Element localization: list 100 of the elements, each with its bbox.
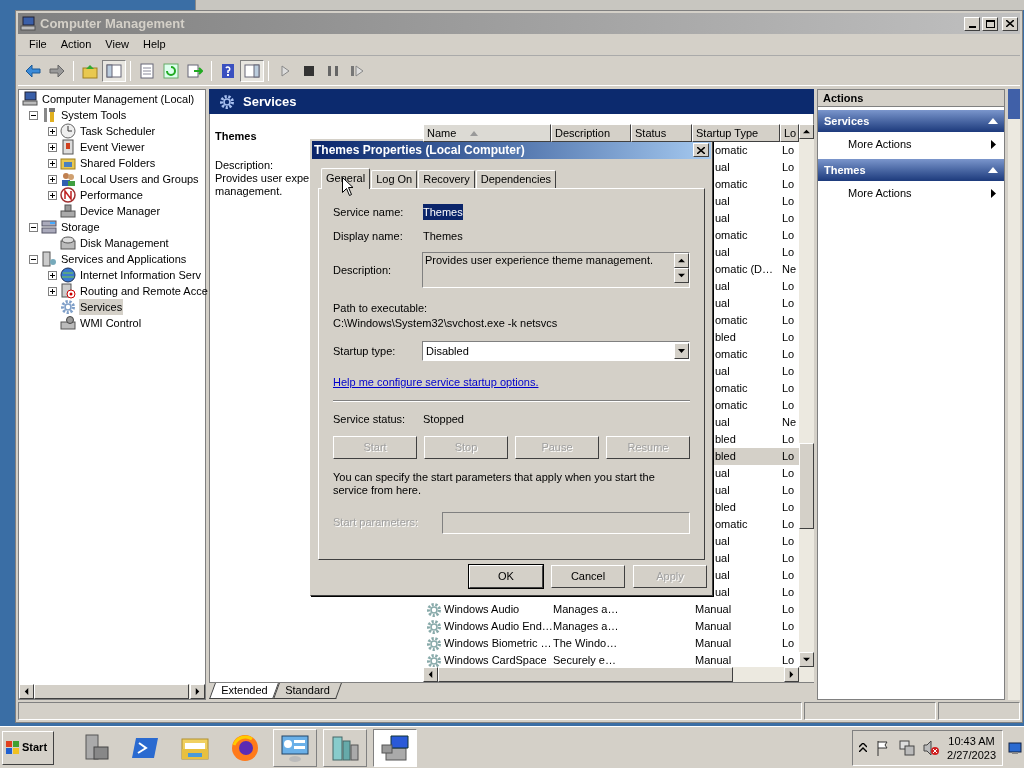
column-header[interactable]: Name [423, 124, 551, 142]
scroll-left-button[interactable] [423, 667, 438, 682]
section-header[interactable]: Services [818, 110, 1004, 132]
control-panel-icon [280, 732, 310, 763]
show-desktop-icon[interactable] [1008, 740, 1022, 755]
startup-type-select[interactable]: Disabled [422, 341, 690, 361]
column-header[interactable]: Startup Type [692, 124, 780, 142]
dialog-button[interactable]: Cancel [551, 565, 625, 588]
chevron-up-icon[interactable] [859, 743, 868, 752]
scroll-right-button[interactable] [784, 667, 799, 682]
scroll-up-button[interactable] [674, 253, 689, 268]
menu-item[interactable]: View [98, 36, 136, 53]
tree-item[interactable]: Device Manager [79, 202, 162, 220]
dialog-tab[interactable]: Recovery [418, 170, 475, 188]
windows-logo-icon [6, 740, 20, 755]
menu-item[interactable]: File [22, 36, 54, 53]
table-cell: Securely e… [553, 654, 616, 667]
description-text: Provides user expe [215, 171, 310, 185]
tree-item[interactable]: Shared Folders [79, 154, 157, 172]
tree-item[interactable]: Computer Management (Local) [41, 90, 196, 108]
scroll-down-button[interactable] [674, 268, 689, 283]
expand-icon[interactable] [48, 158, 57, 168]
minimize-icon [968, 25, 976, 28]
menu-item[interactable]: Help [135, 36, 173, 53]
tree-item[interactable]: WMI Control [79, 314, 143, 332]
menu-item[interactable]: Action [53, 36, 99, 53]
toolbar-button[interactable] [240, 59, 264, 82]
maximize-button[interactable] [982, 16, 998, 31]
action-link[interactable]: More Actions [848, 135, 912, 153]
table-cell: Lo [782, 195, 795, 208]
clock-date: 2/27/2023 [947, 747, 996, 762]
tree-item[interactable]: Task Scheduler [79, 122, 157, 140]
tree-item[interactable]: Services and Applications [60, 250, 188, 268]
scroll-up-button[interactable] [799, 124, 814, 139]
tree-item[interactable]: Routing and Remote Acce [79, 282, 209, 300]
dialog-tab[interactable]: Dependencies [475, 170, 557, 188]
action-link[interactable]: More Actions [848, 184, 912, 202]
table-cell-text: Windows Biometric … [444, 636, 552, 652]
help-link[interactable]: Help me configure service startup options. [333, 374, 539, 391]
expand-icon[interactable] [48, 270, 57, 280]
scrollbar-thumb[interactable] [1008, 89, 1020, 119]
section-header[interactable]: Themes [818, 159, 1004, 181]
description-box[interactable]: Provides user experience theme management. [422, 252, 690, 288]
expand-icon[interactable] [48, 142, 57, 152]
dialog-tab[interactable]: General [321, 168, 371, 189]
close-button[interactable] [693, 143, 709, 157]
arrow-down-icon [678, 272, 685, 279]
tree-item[interactable]: Performance [79, 186, 144, 204]
scroll-down-button[interactable] [799, 652, 814, 667]
table-cell-text: Windows CardSpace [444, 653, 547, 667]
dialog-tab[interactable]: Log On [371, 170, 418, 188]
view-tab[interactable]: Standard [273, 683, 343, 699]
scrollbar-thumb[interactable] [799, 443, 814, 529]
expand-icon[interactable] [48, 126, 57, 136]
column-header[interactable]: Status [631, 124, 692, 142]
network-icon[interactable] [899, 739, 916, 756]
expand-icon[interactable] [48, 286, 57, 296]
export-icon [187, 62, 203, 79]
tree-item[interactable]: Event Viewer [79, 138, 146, 156]
collapse-icon[interactable] [29, 254, 38, 264]
start-button[interactable]: Start [2, 730, 54, 765]
tree-item[interactable]: Services [79, 298, 124, 316]
expand-icon[interactable] [48, 190, 57, 200]
view-tab[interactable]: Extended [209, 683, 280, 699]
scrollbar-thumb[interactable] [438, 667, 733, 682]
globe-icon [60, 267, 76, 283]
taskbar-app[interactable] [373, 728, 417, 767]
service-icon [426, 635, 442, 652]
document-icon [139, 62, 155, 79]
column-header[interactable]: Lo [780, 124, 799, 142]
tree-item[interactable]: System Tools [60, 106, 128, 124]
tree-item[interactable]: Disk Management [79, 234, 170, 252]
table-cell: ual [715, 246, 730, 259]
table-cell: ual [715, 586, 730, 599]
table-cell: omatic [715, 314, 748, 327]
scrollbar-thumb[interactable] [34, 684, 189, 699]
dropdown-arrow-icon [678, 349, 685, 353]
tree-item[interactable]: Local Users and Groups [79, 170, 200, 188]
table-cell: Lo [782, 161, 795, 174]
scroll-left-button[interactable] [19, 684, 34, 699]
browser-icon [230, 732, 260, 763]
field-label: Service name: [333, 204, 405, 220]
collapse-icon[interactable] [29, 222, 38, 232]
collapse-icon[interactable] [29, 110, 38, 120]
expand-icon[interactable] [48, 174, 57, 184]
minimize-button[interactable] [964, 16, 980, 31]
tree-item[interactable]: Internet Information Serv [79, 266, 203, 284]
scroll-right-button[interactable] [190, 684, 205, 699]
table-cell: Lo [782, 535, 795, 548]
folder-icon [60, 155, 76, 171]
forward-arrow-icon [49, 62, 65, 79]
close-button[interactable] [1002, 16, 1018, 31]
gauge-icon [60, 187, 76, 203]
table-cell: bled [715, 331, 736, 344]
speaker-muted-icon[interactable] [923, 739, 940, 756]
tree-item[interactable]: Storage [60, 218, 101, 236]
dialog-button[interactable]: OK [469, 565, 543, 588]
toolbar-button[interactable] [102, 59, 126, 82]
tools-icon [41, 107, 57, 123]
column-header[interactable]: Description [551, 124, 631, 142]
